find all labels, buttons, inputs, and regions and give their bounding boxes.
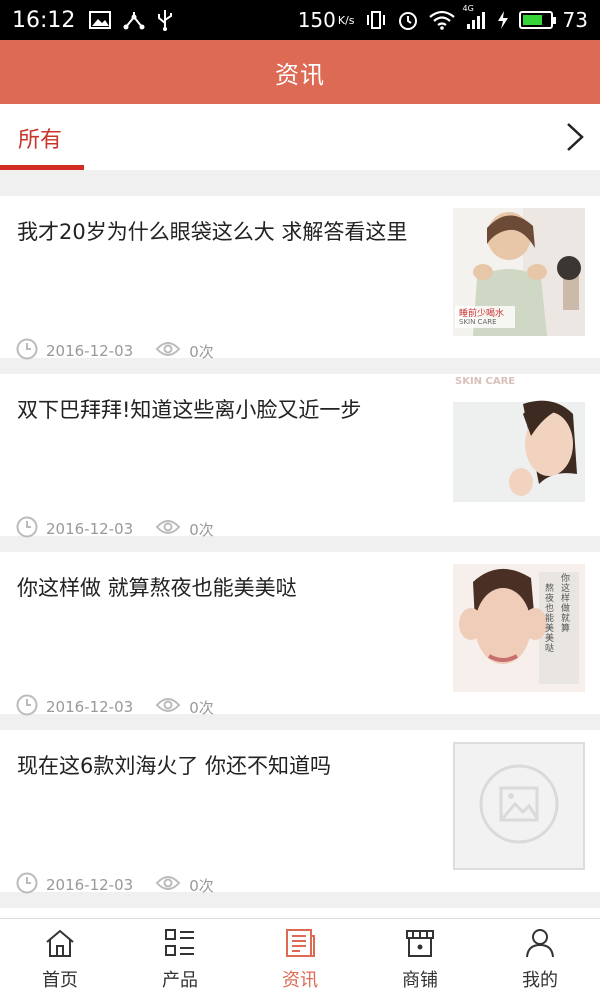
article-item[interactable]: 现在这6款刘海火了 你还不知道吗 2016-12-03 0次: [0, 730, 600, 895]
nav-news-label: 资讯: [282, 969, 318, 991]
thumb-caption-sub: SKIN CARE: [459, 318, 497, 326]
nav-me[interactable]: 我的: [480, 919, 600, 1000]
cell-signal-icon: 4G: [463, 4, 487, 30]
share-network-icon: [123, 10, 145, 30]
home-icon: [44, 928, 76, 962]
eye-icon: [155, 696, 181, 718]
clock-icon: [16, 338, 38, 364]
nav-home[interactable]: 首页: [0, 919, 120, 1000]
network-unit: K/s: [337, 13, 355, 27]
network-speed: 150: [297, 8, 336, 32]
article-views: 0次: [189, 520, 214, 539]
nav-news[interactable]: 资讯: [240, 919, 360, 1000]
eye-icon: [155, 340, 181, 362]
tab-underline: [0, 165, 84, 170]
article-item[interactable]: 我才20岁为什么眼袋这么大 求解答看这里 2016-12-03 0次 睡前少喝水…: [0, 196, 600, 361]
tab-all-label: 所有: [18, 128, 63, 153]
article-views: 0次: [189, 876, 214, 895]
article-thumbnail: 睡前少喝水 SKIN CARE: [453, 208, 585, 336]
nav-home-label: 首页: [42, 969, 78, 991]
article-views: 0次: [189, 342, 214, 361]
shop-icon: [404, 928, 436, 962]
article-meta: 2016-12-03 0次: [16, 338, 214, 364]
clock-icon: [16, 694, 38, 720]
clock-icon: [16, 872, 38, 898]
article-date: 2016-12-03: [46, 520, 134, 538]
article-title: 你这样做 就算熬夜也能美美哒: [17, 576, 297, 600]
article-date: 2016-12-03: [46, 876, 134, 894]
news-icon: [284, 928, 316, 962]
article-meta: 2016-12-03 0次: [16, 872, 214, 898]
image-icon: [89, 11, 112, 29]
usb-icon: [157, 9, 173, 31]
battery-icon: [518, 11, 556, 29]
bottom-nav: 首页 产品 资讯 商铺 我的: [0, 918, 600, 1000]
tab-all[interactable]: 所有: [0, 104, 84, 170]
battery-percent: 73: [562, 8, 588, 32]
article-title: 我才20岁为什么眼袋这么大 求解答看这里: [17, 220, 408, 244]
nav-shop-label: 商铺: [402, 969, 438, 991]
article-date: 2016-12-03: [46, 342, 134, 360]
chevron-right-icon[interactable]: [560, 120, 590, 154]
page-title: 资讯: [275, 60, 325, 89]
article-item[interactable]: 双下巴拜拜!知道这些离小脸又近一步 2016-12-03 0次 SKIN CAR…: [0, 374, 600, 539]
article-views: 0次: [189, 698, 214, 717]
thumb-caption: 你这样做 就算: [561, 574, 571, 634]
thumb-caption-sub: 熬夜也能美美哒: [545, 584, 555, 654]
image-placeholder-icon: [453, 742, 585, 870]
alarm-icon: [397, 9, 419, 31]
article-item-partial: [0, 908, 600, 918]
article-title: 双下巴拜拜!知道这些离小脸又近一步: [17, 398, 362, 422]
clock-icon: [16, 516, 38, 542]
article-title: 现在这6款刘海火了 你还不知道吗: [17, 754, 332, 778]
article-thumbnail: SKIN CARE: [453, 374, 585, 502]
thumb-caption: SKIN CARE: [455, 376, 516, 387]
article-meta: 2016-12-03 0次: [16, 694, 214, 720]
category-bar: 所有: [0, 104, 600, 170]
vibrate-icon: [365, 10, 387, 30]
nav-shop[interactable]: 商铺: [360, 919, 480, 1000]
nav-products-label: 产品: [162, 969, 198, 991]
app-header: 资讯: [0, 40, 600, 104]
wifi-icon: [428, 10, 455, 30]
article-item[interactable]: 你这样做 就算熬夜也能美美哒 2016-12-03 0次 你这样做 就算 熬夜也…: [0, 552, 600, 717]
eye-icon: [155, 874, 181, 896]
nav-me-label: 我的: [522, 969, 558, 991]
status-time: 16:12: [12, 7, 76, 33]
article-meta: 2016-12-03 0次: [16, 516, 214, 542]
article-date: 2016-12-03: [46, 698, 134, 716]
charging-icon: [497, 10, 509, 30]
product-list-icon: [164, 928, 196, 962]
status-bar: 16:12 150 K/s 4G 73: [0, 0, 600, 40]
eye-icon: [155, 518, 181, 540]
user-icon: [524, 928, 556, 962]
nav-products[interactable]: 产品: [120, 919, 240, 1000]
article-thumbnail: 你这样做 就算 熬夜也能美美哒: [453, 564, 585, 692]
